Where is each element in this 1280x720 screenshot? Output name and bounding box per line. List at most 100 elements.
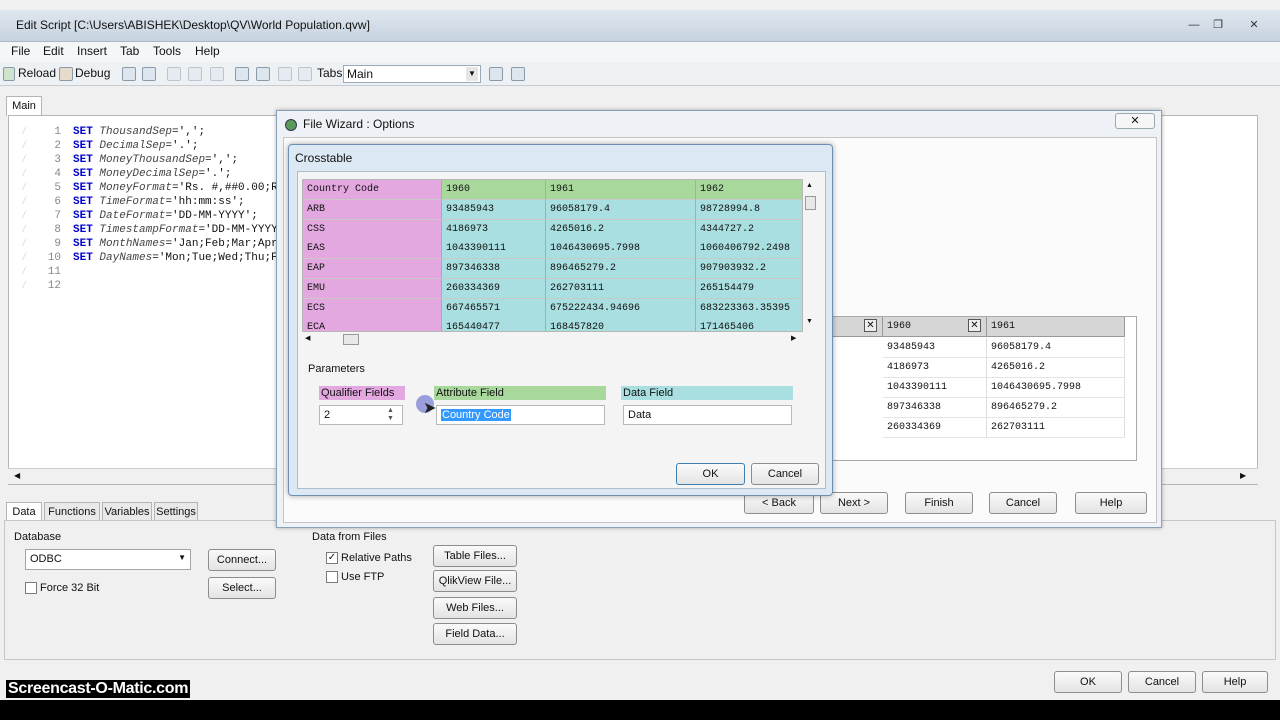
wizard-cancel-button[interactable]: Cancel: [989, 492, 1057, 514]
cut-icon[interactable]: [167, 67, 181, 81]
finish-button[interactable]: Finish: [905, 492, 973, 514]
line-number: 12: [47, 280, 61, 292]
tab-settings[interactable]: Settings: [154, 502, 198, 521]
stepper-down-icon[interactable]: ▼: [387, 415, 394, 423]
help-button[interactable]: Help: [1202, 671, 1268, 693]
minimize-icon[interactable]: —: [1186, 18, 1202, 32]
crosstable-cell: 4265016.2: [546, 219, 696, 240]
keyword: SET: [73, 140, 93, 152]
scroll-right-icon[interactable]: ▶: [791, 334, 796, 342]
menu-tools[interactable]: Tools: [153, 44, 181, 58]
paste-icon[interactable]: [210, 67, 224, 81]
line-marker-icon: ⁄: [21, 196, 28, 208]
value-text: ='.';: [198, 168, 232, 180]
debug-icon[interactable]: [59, 67, 73, 81]
line-marker-icon: ⁄: [21, 126, 28, 138]
code-line: ⁄ 4 SET MoneyDecimalSep='.';: [21, 168, 231, 182]
crosstable-cell: 1060406792.2498: [696, 239, 802, 260]
tabs-label: Tabs: [317, 66, 343, 80]
keyword: SET: [73, 126, 93, 138]
crosstable-cell: 667465571: [442, 298, 546, 319]
tab-functions[interactable]: Functions: [44, 502, 100, 521]
cancel-button[interactable]: Cancel: [1128, 671, 1196, 693]
search-icon[interactable]: [235, 67, 249, 81]
code-line: ⁄ 9 SET MonthNames='Jan;Feb;Mar;Apr;M: [21, 238, 291, 252]
scroll-up-icon[interactable]: ▲: [806, 182, 813, 189]
menu-tab[interactable]: Tab: [120, 44, 139, 58]
outdent-icon[interactable]: [511, 67, 525, 81]
folder-icon[interactable]: [256, 67, 270, 81]
copy-icon[interactable]: [188, 67, 202, 81]
tab-variables[interactable]: Variables: [102, 502, 152, 521]
tab-main[interactable]: Main: [6, 96, 42, 116]
crosstable-header-cell[interactable]: 1961: [546, 180, 696, 200]
stepper-up-icon[interactable]: ▲: [387, 407, 394, 415]
ok-button[interactable]: OK: [1054, 671, 1122, 693]
select-button[interactable]: Select...: [208, 577, 276, 599]
close-icon[interactable]: ✕: [968, 319, 981, 332]
data-field-input[interactable]: Data: [623, 405, 792, 425]
crosstable-vertical-scrollbar[interactable]: ▲ ▼: [803, 180, 818, 328]
scroll-thumb[interactable]: [343, 334, 359, 345]
scroll-left-icon[interactable]: ◀: [14, 471, 20, 480]
menu-insert[interactable]: Insert: [77, 44, 107, 58]
variable-name: ThousandSep: [99, 126, 173, 138]
menu-edit[interactable]: Edit: [43, 44, 64, 58]
tab-left-icon[interactable]: [278, 67, 292, 81]
crosstable-cell: 93485943: [442, 200, 546, 220]
menu-file[interactable]: File: [11, 44, 30, 58]
scroll-right-icon[interactable]: ▶: [1240, 471, 1246, 480]
indent-icon[interactable]: [489, 67, 503, 81]
qlikview-file-button[interactable]: QlikView File...: [433, 570, 517, 592]
close-icon[interactable]: ✕: [864, 319, 877, 332]
attribute-field-input[interactable]: Country Code: [436, 405, 605, 425]
wizard-help-button[interactable]: Help: [1075, 492, 1147, 514]
relative-paths-checkbox[interactable]: ✓: [326, 552, 338, 564]
file-wizard-title: File Wizard : Options: [303, 117, 415, 131]
line-number: 10: [47, 252, 61, 264]
web-files-button[interactable]: Web Files...: [433, 597, 517, 619]
crosstable-grid: Country Code 1960 1961 1962 ARB 93485943 96058…: [302, 179, 803, 332]
crosstable-ok-button[interactable]: OK: [676, 463, 745, 485]
scroll-down-icon[interactable]: ▼: [806, 318, 813, 325]
tab-data[interactable]: Data: [6, 502, 42, 521]
force-32-bit-checkbox[interactable]: [25, 582, 37, 594]
use-ftp-checkbox[interactable]: [326, 571, 338, 583]
data-field-label: Data Field: [621, 386, 793, 400]
value-text: =',';: [205, 154, 239, 166]
crosstable-horizontal-scrollbar[interactable]: ◀ ▶: [303, 332, 803, 347]
save-icon[interactable]: [122, 67, 136, 81]
line-marker-icon: ⁄: [21, 210, 28, 222]
table-files-button[interactable]: Table Files...: [433, 545, 517, 567]
tabs-dropdown[interactable]: Main ▼: [343, 65, 481, 83]
crosstable-header-cell[interactable]: 1960: [442, 180, 546, 200]
crosstable-cancel-button[interactable]: Cancel: [751, 463, 819, 485]
print-icon[interactable]: [142, 67, 156, 81]
wizard-preview-table: 1960 1961 93485943 96058179.4 4186973 4265016…: [832, 316, 1137, 461]
field-data-button[interactable]: Field Data...: [433, 623, 517, 645]
crosstable-cell: 96058179.4: [546, 200, 696, 220]
database-dropdown[interactable]: ODBC ▼: [25, 549, 191, 570]
scroll-left-icon[interactable]: ◀: [305, 334, 310, 342]
reload-icon[interactable]: [3, 67, 15, 81]
scroll-thumb[interactable]: [805, 196, 816, 210]
tab-right-icon[interactable]: [298, 67, 312, 81]
variable-name: MonthNames: [99, 238, 166, 250]
preview-header-cell[interactable]: 1961: [987, 317, 1125, 337]
wizard-close-button[interactable]: ✕: [1115, 113, 1155, 129]
debug-button[interactable]: Debug: [75, 66, 110, 80]
qlikview-icon: [285, 119, 297, 131]
reload-button[interactable]: Reload: [18, 66, 56, 80]
qualifier-fields-stepper[interactable]: 2 ▲ ▼: [319, 405, 403, 425]
maximize-icon[interactable]: ❐: [1210, 18, 1226, 32]
crosstable-header-cell[interactable]: 1962: [696, 180, 802, 200]
menu-bar: File Edit Insert Tab Tools Help: [0, 42, 1280, 62]
chevron-down-icon: ▼: [178, 553, 186, 562]
connect-button[interactable]: Connect...: [208, 549, 276, 571]
menu-help[interactable]: Help: [195, 44, 220, 58]
line-number: 11: [47, 266, 61, 278]
crosstable-header-cell[interactable]: Country Code: [303, 180, 442, 200]
close-icon[interactable]: ✕: [1246, 18, 1262, 32]
tabs-dropdown-value: Main: [347, 67, 374, 81]
crosstable-cell: EMU: [303, 278, 442, 299]
